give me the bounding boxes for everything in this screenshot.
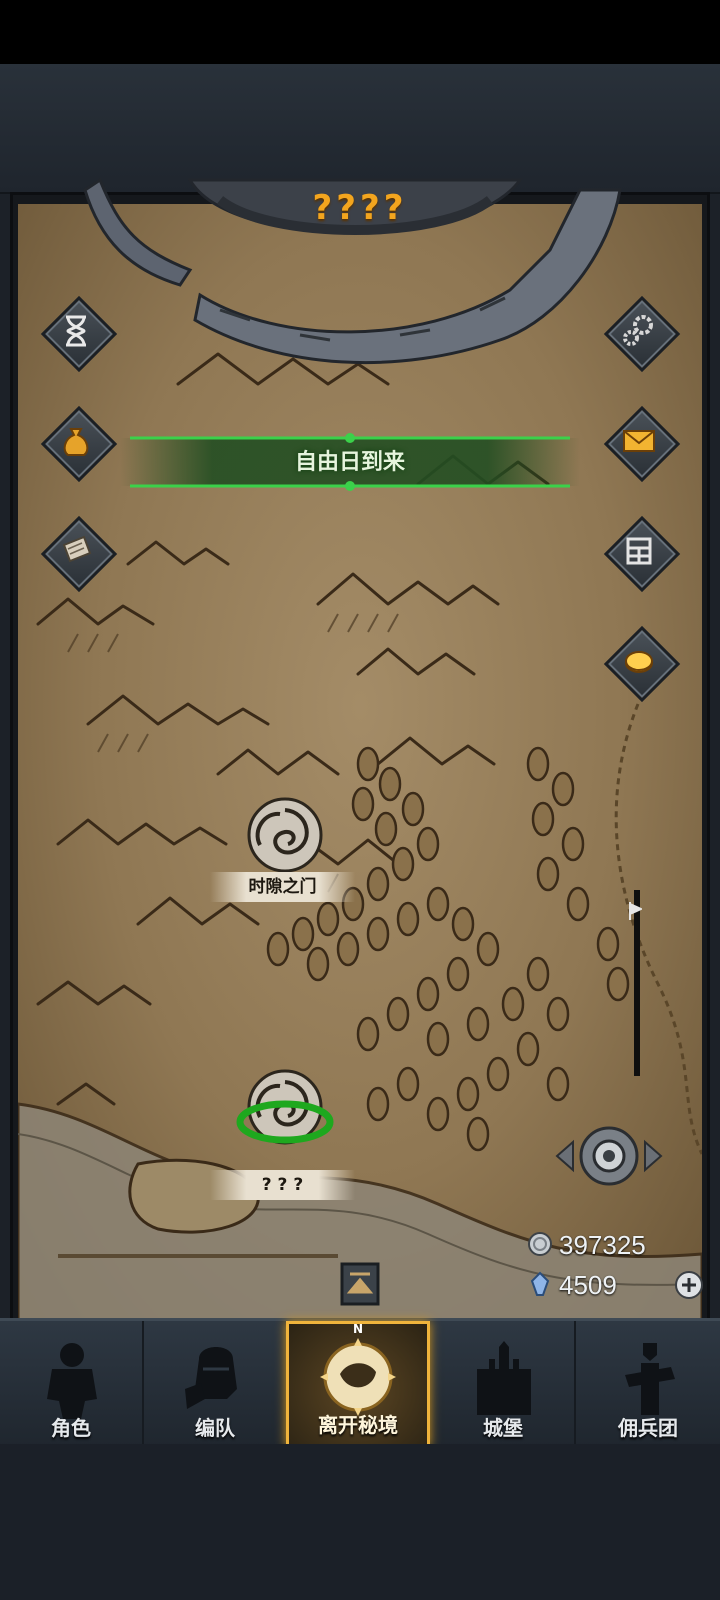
castle-icon <box>477 1341 531 1415</box>
tab-label: 城堡 <box>483 1416 523 1440</box>
gear-icon <box>623 315 653 346</box>
silver-coin-icon <box>528 1232 552 1256</box>
vortex-icon <box>247 797 323 873</box>
tab-label: 编队 <box>195 1416 235 1440</box>
hourglass-icon <box>66 315 86 347</box>
silver-amount: 397325 <box>559 1230 646 1260</box>
add-currency-button[interactable] <box>674 1270 704 1300</box>
tab-character[interactable]: 角色 <box>0 1321 144 1447</box>
crystal-currency: 4509 <box>527 1268 677 1302</box>
bottom-navigation: 角色 编队 N 离开秘境 城堡 佣兵团 <box>0 1318 720 1447</box>
coin-icon <box>625 651 653 673</box>
vortex-icon <box>236 1069 334 1145</box>
settings-button[interactable] <box>603 295 681 373</box>
scroll-button[interactable] <box>40 515 118 593</box>
location-label-unknown: ? ? ? <box>210 1170 355 1200</box>
portal-unknown[interactable] <box>230 1062 340 1172</box>
tab-castle[interactable]: 城堡 <box>432 1321 576 1447</box>
flag-icon <box>629 902 642 920</box>
crystal-icon <box>530 1271 550 1296</box>
crystal-amount: 4509 <box>559 1270 617 1300</box>
compass-icon <box>320 1338 396 1416</box>
tab-label: 佣兵团 <box>618 1416 678 1440</box>
mercenary-banner-icon <box>625 1343 675 1415</box>
bag-button[interactable] <box>40 405 118 483</box>
stall-icon <box>626 537 652 565</box>
tab-label: 角色 <box>51 1416 91 1440</box>
tab-formation[interactable]: 编队 <box>144 1321 288 1447</box>
tab-label: 离开秘境 <box>318 1413 398 1437</box>
shop-button[interactable] <box>603 515 681 593</box>
status-bar <box>0 0 720 64</box>
helmet-icon <box>185 1347 237 1409</box>
location-label-time-gate: 时隙之门 <box>210 872 355 902</box>
banner-text: 自由日到来 <box>294 450 405 475</box>
scroll-icon <box>62 535 92 563</box>
collapse-panel-button[interactable] <box>340 1262 380 1306</box>
money-bag-icon <box>63 428 89 456</box>
locate-crosshair-button[interactable] <box>553 1118 665 1194</box>
tab-leave-realm[interactable]: N 离开秘境 <box>286 1321 430 1447</box>
location-title: ???? <box>312 188 408 228</box>
knight-icon <box>47 1343 97 1419</box>
envelope-icon <box>623 430 655 452</box>
silver-currency: 397325 <box>527 1228 677 1262</box>
compass-north-label: N <box>352 1322 364 1336</box>
coin-button[interactable] <box>603 625 681 703</box>
tab-mercenary[interactable]: 佣兵团 <box>576 1321 720 1447</box>
system-nav-area <box>0 1444 720 1600</box>
mail-button[interactable] <box>603 405 681 483</box>
hourglass-button[interactable] <box>40 295 118 373</box>
event-banner: 自由日到来 <box>120 432 580 492</box>
